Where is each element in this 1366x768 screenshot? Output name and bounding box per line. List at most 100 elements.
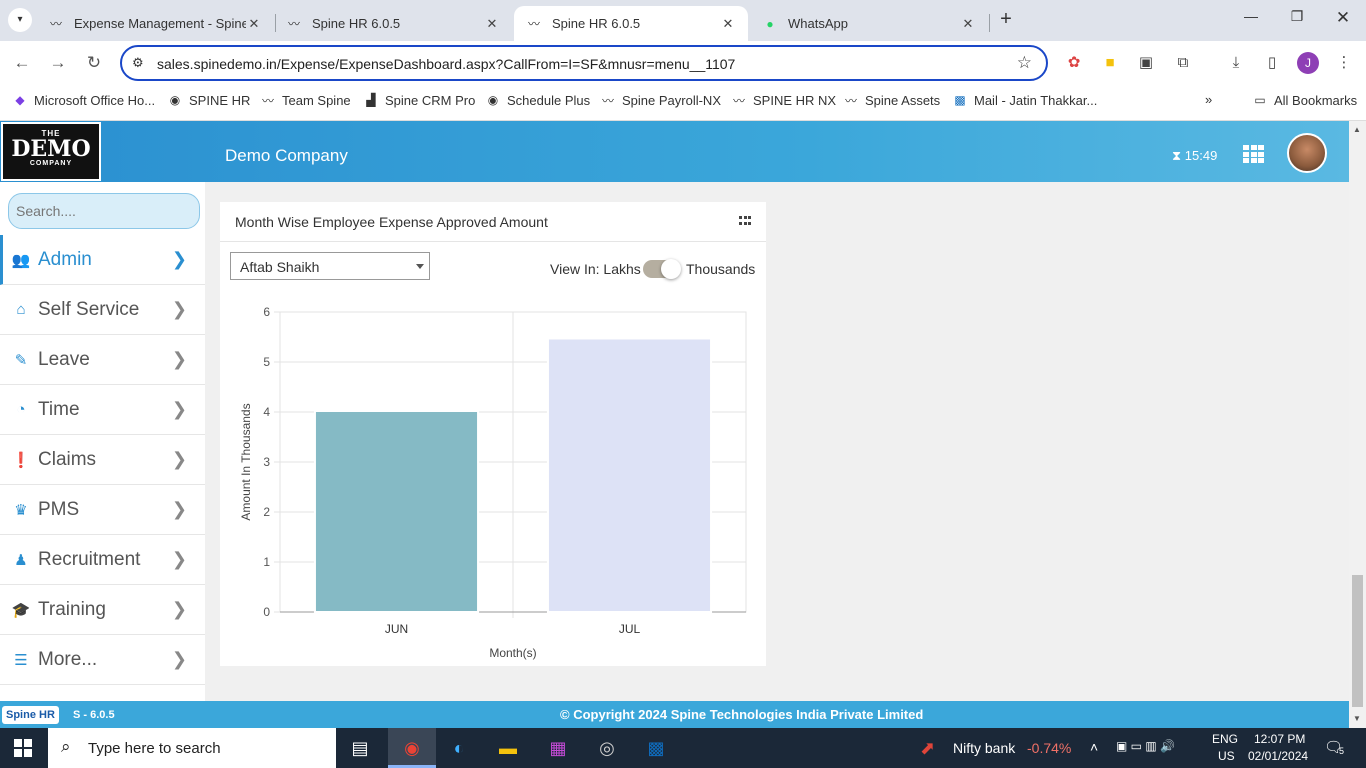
close-icon[interactable]: ✕ bbox=[484, 16, 500, 32]
sidebar-item-more[interactable]: ☰ More... ❯ bbox=[0, 635, 205, 685]
app-footer: Spine HR S - 6.0.5 © Copyright 2024 Spin… bbox=[0, 701, 1349, 728]
sidebar-item-admin[interactable]: 👥 Admin ❯ bbox=[0, 235, 205, 285]
bookmark-item[interactable]: 〰 Spine Payroll-NX bbox=[600, 92, 721, 108]
sidebar-item-label: Admin bbox=[38, 248, 92, 270]
bookmark-item[interactable]: 〰 SPINE HR NX bbox=[731, 92, 836, 108]
y-tick-label: 6 bbox=[263, 305, 270, 319]
scroll-up-icon[interactable]: ▲ bbox=[1353, 125, 1361, 134]
employee-select[interactable]: Aftab Shaikh bbox=[230, 252, 430, 280]
scroll-thumb[interactable] bbox=[1352, 575, 1363, 707]
close-icon[interactable]: ✕ bbox=[246, 16, 262, 32]
sidebar: 👥 Admin ❯ ⌂ Self Service ❯ ✎ Leave ❯ ◔ T… bbox=[0, 182, 205, 701]
tray-overflow-icon[interactable]: ˄ bbox=[1090, 739, 1098, 755]
side-panel-icon[interactable]: ▯ bbox=[1262, 53, 1282, 73]
sidebar-item-recruitment[interactable]: ♟ Recruitment ❯ bbox=[0, 535, 205, 585]
search-icon: ⌕ bbox=[61, 737, 71, 756]
extensions-puzzle-icon[interactable]: ⧉ bbox=[1173, 53, 1193, 73]
spine-icon: 〰 bbox=[527, 17, 540, 31]
sidebar-item-training[interactable]: 🎓 Training ❯ bbox=[0, 585, 205, 635]
language-line2[interactable]: US bbox=[1218, 749, 1235, 763]
extension-yellow-icon[interactable]: ■ bbox=[1100, 53, 1120, 73]
sidebar-search-input[interactable] bbox=[8, 193, 200, 229]
lakhs-thousands-toggle[interactable] bbox=[643, 259, 681, 279]
browser-tab-2[interactable]: 〰 Spine HR 6.0.5 ✕ bbox=[274, 6, 512, 41]
bar-jul bbox=[546, 337, 713, 613]
bar-jun bbox=[313, 410, 480, 613]
spine-icon: 〰 bbox=[844, 93, 857, 108]
version-label: S - 6.0.5 bbox=[73, 709, 115, 721]
bookmark-item[interactable]: ▟ Spine CRM Pro bbox=[363, 92, 475, 108]
close-icon[interactable]: ✕ bbox=[960, 16, 976, 32]
bookmark-item[interactable]: ◉ Schedule Plus bbox=[485, 92, 590, 108]
window-close-button[interactable]: ✕ bbox=[1333, 8, 1353, 28]
tray-icons[interactable]: ▣ ▭ ▥ 🔊 bbox=[1116, 739, 1175, 753]
user-tie-icon: ♟ bbox=[14, 551, 28, 569]
sidebar-item-time[interactable]: ◔ Time ❯ bbox=[0, 385, 205, 435]
stock-name: Nifty bank bbox=[953, 740, 1016, 756]
bookmark-item[interactable]: 〰 Spine Assets bbox=[843, 92, 940, 108]
new-tab-button[interactable]: + bbox=[996, 8, 1016, 31]
profile-avatar[interactable]: J bbox=[1297, 52, 1319, 74]
tab-title: Expense Management - Spine T bbox=[74, 16, 246, 31]
bookmarks-overflow-button[interactable]: » bbox=[1205, 92, 1212, 107]
bookmark-item[interactable]: ▩ Mail - Jatin Thakkar... bbox=[952, 92, 1097, 108]
taskbar-search[interactable]: ⌕ Type here to search bbox=[48, 728, 336, 768]
file-explorer-icon[interactable]: ▬ bbox=[494, 734, 522, 762]
company-logo[interactable]: THE DEMO COMPANY bbox=[1, 122, 101, 181]
minimize-button[interactable]: — bbox=[1241, 8, 1261, 24]
url-text[interactable]: sales.spinedemo.in/Expense/ExpenseDashbo… bbox=[157, 56, 735, 72]
view-in-label: View In: Lakhs bbox=[550, 261, 641, 277]
user-avatar[interactable] bbox=[1287, 133, 1327, 173]
spine-icon: 〰 bbox=[49, 17, 62, 31]
admin-icon: 👥 bbox=[11, 251, 31, 269]
sidebar-item-leave[interactable]: ✎ Leave ❯ bbox=[0, 335, 205, 385]
page-scrollbar[interactable]: ▲ ▼ bbox=[1349, 121, 1366, 728]
bar-chart-icon: ▟ bbox=[366, 93, 376, 107]
chevron-right-icon: ❯ bbox=[171, 249, 187, 269]
address-bar[interactable]: ⚙ sales.spinedemo.in/Expense/ExpenseDash… bbox=[120, 45, 1048, 81]
forward-button[interactable]: → bbox=[48, 53, 68, 73]
sidebar-item-label: Recruitment bbox=[38, 548, 141, 570]
bookmark-item[interactable]: 〰 Team Spine bbox=[260, 92, 351, 108]
sidebar-menu: 👥 Admin ❯ ⌂ Self Service ❯ ✎ Leave ❯ ◔ T… bbox=[0, 235, 205, 685]
site-settings-icon[interactable]: ⚙ bbox=[132, 55, 144, 71]
sidebar-item-pms[interactable]: ♛ PMS ❯ bbox=[0, 485, 205, 535]
windows-start-button[interactable] bbox=[14, 739, 32, 757]
download-icon[interactable]: ⤓ bbox=[1226, 53, 1246, 73]
sidebar-item-self-service[interactable]: ⌂ Self Service ❯ bbox=[0, 285, 205, 335]
browser-tab-3[interactable]: 〰 Spine HR 6.0.5 ✕ bbox=[514, 6, 748, 41]
chrome-icon[interactable]: ◉ bbox=[398, 734, 426, 762]
browser-tab-1[interactable]: 〰 Expense Management - Spine T ✕ bbox=[36, 6, 274, 41]
panel-menu-icon[interactable] bbox=[739, 216, 751, 226]
clock-time[interactable]: 12:07 PM bbox=[1254, 732, 1305, 746]
bookmark-item[interactable]: ◆ Microsoft Office Ho... bbox=[12, 92, 155, 108]
chevron-right-icon: ❯ bbox=[171, 549, 187, 569]
language-line1[interactable]: ENG bbox=[1212, 732, 1238, 746]
all-bookmarks-button[interactable]: ▭ All Bookmarks bbox=[1252, 92, 1357, 108]
bookmark-item[interactable]: ◉ SPINE HR bbox=[167, 92, 251, 108]
browser-tab-4[interactable]: ● WhatsApp ✕ bbox=[750, 6, 988, 41]
chevron-right-icon: ❯ bbox=[171, 399, 187, 419]
extension-colorful-icon[interactable]: ✿ bbox=[1064, 53, 1084, 73]
edge-icon[interactable]: ◐ bbox=[445, 734, 473, 762]
restore-button[interactable]: ❐ bbox=[1287, 8, 1307, 25]
obs-icon[interactable]: ◎ bbox=[593, 734, 621, 762]
extension-tool-icon[interactable]: ▣ bbox=[1136, 53, 1156, 73]
scroll-down-icon[interactable]: ▼ bbox=[1353, 714, 1361, 723]
windows-taskbar: ⌕ Type here to search ▤ ◉ ◐ ▬ ▦ ◎ ▩ ⬈ Ni… bbox=[0, 728, 1366, 768]
home-icon: ⌂ bbox=[16, 301, 26, 318]
sidebar-item-label: More... bbox=[38, 648, 98, 670]
copyright-text: © Copyright 2024 Spine Technologies Indi… bbox=[560, 707, 924, 722]
sidebar-item-claims[interactable]: ❗ Claims ❯ bbox=[0, 435, 205, 485]
reload-button[interactable]: ↻ bbox=[84, 53, 104, 73]
close-icon[interactable]: ✕ bbox=[720, 16, 736, 32]
task-view-icon[interactable]: ▤ bbox=[346, 734, 374, 762]
outlook-icon[interactable]: ▩ bbox=[642, 734, 670, 762]
tab-search-button[interactable]: ▾ bbox=[8, 8, 32, 32]
bookmark-star-icon[interactable]: ☆ bbox=[1017, 53, 1032, 73]
clock-date[interactable]: 02/01/2024 bbox=[1248, 749, 1308, 763]
wps-icon[interactable]: ▦ bbox=[544, 734, 572, 762]
apps-grid-icon[interactable] bbox=[1243, 145, 1264, 163]
browser-menu-icon[interactable]: ⋮ bbox=[1334, 53, 1354, 73]
back-button[interactable]: ← bbox=[12, 53, 32, 73]
